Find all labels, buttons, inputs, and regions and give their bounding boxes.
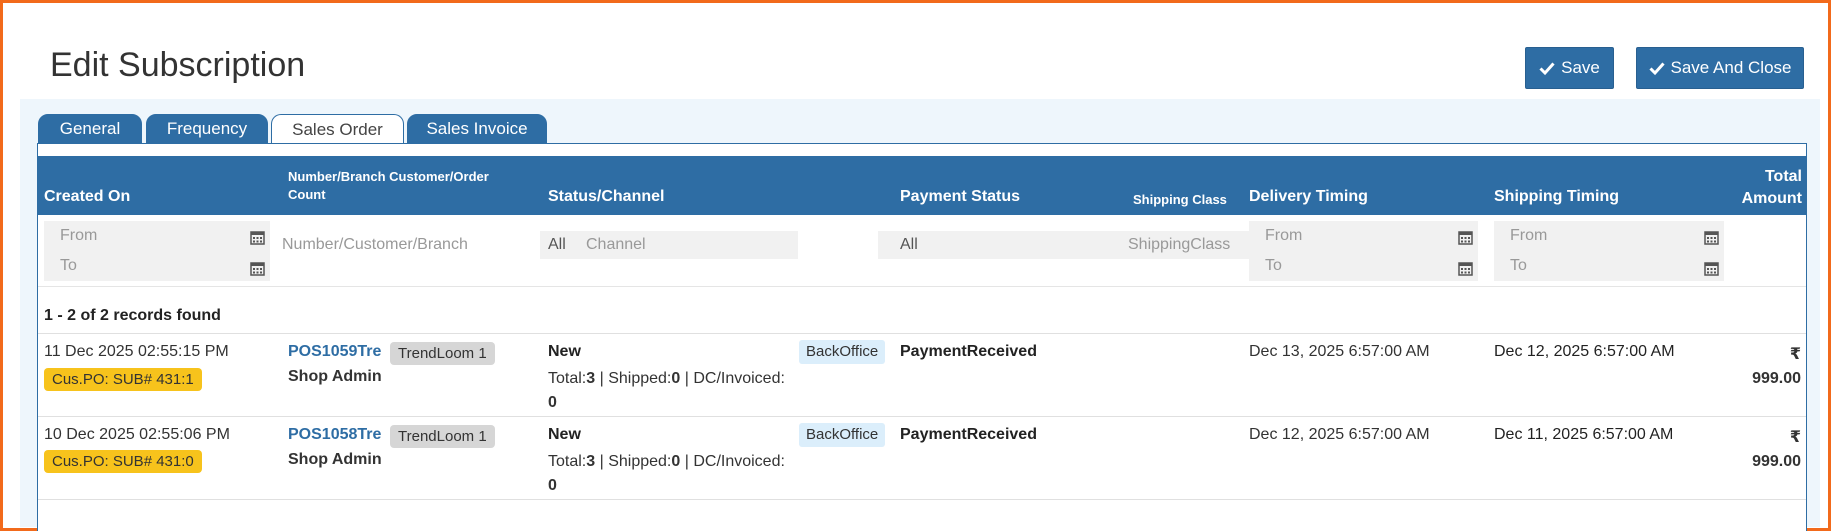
check-icon [1539, 62, 1555, 76]
delivery-from-input[interactable]: From [1265, 227, 1302, 245]
delivery-to-input[interactable]: To [1265, 257, 1282, 275]
row-divider [38, 499, 1806, 500]
payment-status-select[interactable]: All [900, 236, 918, 254]
payment-shipping-filter: All ShippingClass [878, 231, 1276, 259]
po-badge: Cus.PO: SUB# 431:1 [44, 368, 202, 391]
column-shipping-timing[interactable]: Shipping Timing [1494, 188, 1619, 206]
save-and-close-button-label: Save And Close [1670, 58, 1792, 77]
total-label: Total: [548, 370, 587, 387]
calendar-icon[interactable] [1458, 261, 1473, 276]
shipping-to-input[interactable]: To [1510, 257, 1527, 275]
customer-name: Shop Admin [288, 368, 382, 385]
order-number-link[interactable]: POS1059Tre [288, 343, 381, 361]
delivery-timing: Dec 13, 2025 6:57:00 AM [1249, 343, 1430, 360]
total-amount: ₹ 999.00 [1752, 426, 1801, 474]
status-select[interactable]: All [548, 236, 566, 254]
status-channel-filter: All Channel [540, 231, 798, 259]
delivery-timing-filter: From To [1249, 221, 1478, 281]
total-amount: ₹ 999.00 [1752, 343, 1801, 391]
created-on-filter: From To [44, 221, 270, 281]
currency-symbol: ₹ [1789, 346, 1801, 363]
dc-count: 0 [548, 477, 557, 494]
amount-value: 999.00 [1752, 453, 1801, 470]
calendar-icon[interactable] [250, 261, 265, 276]
calendar-icon[interactable] [1458, 230, 1473, 245]
tab-sales-invoice[interactable]: Sales Invoice [407, 114, 547, 144]
order-status: New [548, 426, 581, 443]
column-delivery-timing[interactable]: Delivery Timing [1249, 188, 1368, 206]
column-total-amount-line1: Total [1764, 168, 1802, 185]
records-found: 1 - 2 of 2 records found [44, 307, 221, 324]
shipping-timing: Dec 12, 2025 6:57:00 AM [1494, 343, 1675, 360]
shipping-timing: Dec 11, 2025 6:57:00 AM [1494, 426, 1674, 443]
save-button-label: Save [1561, 58, 1600, 77]
shipped-label: | Shipped: [595, 370, 672, 387]
column-payment-status[interactable]: Payment Status [900, 188, 1020, 206]
order-counts: Total:3 | Shipped:0 | DC/Invoiced: 0 [548, 450, 798, 498]
column-total-amount[interactable]: Total Amount [1742, 166, 1802, 210]
order-number-link[interactable]: POS1058Tre [288, 426, 381, 444]
currency-symbol: ₹ [1789, 429, 1801, 446]
table-header: Created On Number/Branch Customer/Order … [38, 156, 1806, 215]
payment-status: PaymentReceived [900, 343, 1037, 360]
column-number-branch[interactable]: Number/Branch Customer/Order Count [288, 168, 528, 204]
total-count: 3 [586, 370, 596, 387]
number-customer-branch-input[interactable]: Number/Customer/Branch [282, 236, 468, 254]
po-badge: Cus.PO: SUB# 431:0 [44, 450, 202, 473]
tab-general[interactable]: General [38, 114, 142, 144]
amount-value: 999.00 [1752, 370, 1801, 387]
calendar-icon[interactable] [1704, 261, 1719, 276]
row-divider [38, 333, 1806, 334]
order-counts: Total:3 | Shipped:0 | DC/Invoiced: 0 [548, 367, 798, 415]
total-label: Total: [548, 453, 587, 470]
save-and-close-button[interactable]: Save And Close [1636, 47, 1804, 89]
customer-name: Shop Admin [288, 451, 382, 468]
order-status: New [548, 343, 581, 360]
shipping-class-input[interactable]: ShippingClass [1128, 236, 1230, 254]
dc-count: 0 [548, 394, 557, 411]
channel-input[interactable]: Channel [586, 236, 646, 254]
shipping-from-input[interactable]: From [1510, 227, 1547, 245]
tab-frequency[interactable]: Frequency [146, 114, 268, 144]
row-created-on: 11 Dec 2025 02:55:15 PM [44, 343, 229, 360]
number-customer-branch-filter[interactable]: Number/Customer/Branch [276, 231, 526, 259]
total-count: 3 [586, 453, 596, 470]
page-title: Edit Subscription [50, 46, 306, 84]
calendar-icon[interactable] [250, 230, 265, 245]
dc-label: | DC/Invoiced: [680, 453, 785, 470]
tab-sales-order[interactable]: Sales Order [271, 114, 404, 145]
filter-row: From To Number/Customer/Branch All Chann… [38, 215, 1806, 287]
column-status-channel[interactable]: Status/Channel [548, 188, 664, 206]
channel-badge: BackOffice [799, 423, 886, 447]
created-from-input[interactable]: From [60, 227, 97, 245]
shipped-count: 0 [671, 453, 681, 470]
check-icon [1648, 62, 1665, 76]
column-created-on[interactable]: Created On [44, 188, 130, 206]
column-shipping-class[interactable]: Shipping Class [1133, 192, 1227, 207]
channel-badge: BackOffice [799, 340, 886, 364]
shipped-label: | Shipped: [595, 453, 672, 470]
branch-badge: TrendLoom 1 [390, 342, 495, 365]
calendar-icon[interactable] [1704, 230, 1719, 245]
column-total-amount-line2: Amount [1741, 190, 1802, 207]
save-button[interactable]: Save [1525, 47, 1614, 89]
payment-status: PaymentReceived [900, 426, 1037, 443]
shipped-count: 0 [671, 370, 681, 387]
dc-label: | DC/Invoiced: [680, 370, 785, 387]
created-to-input[interactable]: To [60, 257, 77, 275]
row-created-on: 10 Dec 2025 02:55:06 PM [44, 426, 230, 443]
branch-badge: TrendLoom 1 [390, 425, 495, 448]
delivery-timing: Dec 12, 2025 6:57:00 AM [1249, 426, 1430, 443]
row-divider [38, 416, 1806, 417]
shipping-timing-filter: From To [1494, 221, 1724, 281]
